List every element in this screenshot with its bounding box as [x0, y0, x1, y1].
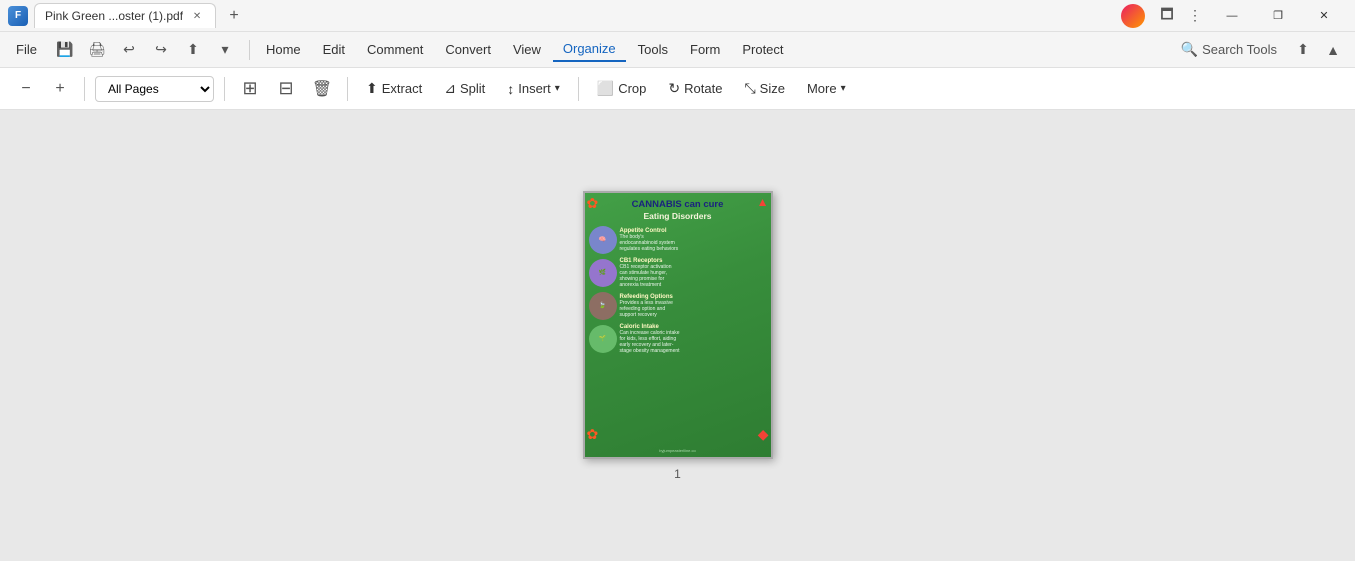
close-button[interactable]: ✕	[1301, 0, 1347, 32]
section-3-desc: Provides a less invasiverefeeding option…	[620, 300, 767, 318]
more-label: More	[807, 81, 837, 96]
separator-4	[578, 77, 579, 101]
pdf-section-2: 🌿 CB1 Receptors CB1 receptor activationc…	[585, 256, 771, 290]
quick-access-toolbar: 💾 🖨 ↩ ↪ ⬆ ▾	[47, 36, 243, 64]
pdf-section-4: 🌱 Caloric Intake Can increase caloric in…	[585, 322, 771, 356]
menu-view[interactable]: View	[503, 38, 551, 61]
insert-dropdown-icon: ▾	[555, 83, 560, 94]
rotate-button[interactable]: ↻ Rotate	[660, 76, 730, 101]
menu-convert[interactable]: Convert	[435, 38, 501, 61]
dropdown-icon[interactable]: ▾	[211, 36, 239, 64]
app-icon: F	[8, 6, 28, 26]
main-content: ✿ ▲ CANNABIS can cure Eating Disorders 🧠…	[0, 110, 1355, 561]
section-1-desc: The body'sendocannabinoid systemregulate…	[620, 234, 767, 252]
menu-bar: File 💾 🖨 ↩ ↪ ⬆ ▾ Home Edit Comment Conve…	[0, 32, 1355, 68]
crop-button[interactable]: ⬜ Crop	[589, 76, 655, 101]
title-bar: F Pink Green ...oster (1).pdf ✕ + 🗖 ⋮ — …	[0, 0, 1355, 32]
pdf-title: CANNABIS can cure Eating Disorders	[585, 193, 771, 224]
section-2-desc: CB1 receptor activationcan stimulate hun…	[620, 264, 767, 288]
decoration-top-left: ✿	[587, 195, 599, 212]
section-2-text: CB1 Receptors CB1 receptor activationcan…	[620, 258, 767, 288]
active-tab[interactable]: Pink Green ...oster (1).pdf ✕	[34, 3, 216, 28]
user-avatar[interactable]	[1121, 4, 1145, 28]
pdf-footer: byjumpeasterlline.co	[585, 446, 771, 455]
separator-zoom	[84, 77, 85, 101]
more-options-icon[interactable]: ⋮	[1181, 2, 1209, 30]
insert-button[interactable]: ↕ Insert ▾	[499, 77, 568, 101]
separator-1	[249, 40, 250, 60]
menu-home[interactable]: Home	[256, 38, 311, 61]
pdf-section-1: 🧠 Appetite Control The body'sendocannabi…	[585, 224, 771, 256]
section-3-text: Refeeding Options Provides a less invasi…	[620, 294, 767, 318]
tab-close-button[interactable]: ✕	[189, 8, 205, 24]
pdf-page-number: 1	[674, 467, 681, 481]
extract-label: Extract	[382, 81, 422, 96]
section-4-text: Caloric Intake Can increase caloric inta…	[620, 324, 767, 354]
redo-icon[interactable]: ↪	[147, 36, 175, 64]
size-button[interactable]: ⤡ Size	[736, 76, 793, 101]
section-4-icon: 🌱	[589, 325, 617, 353]
rotate-label: Rotate	[684, 81, 722, 96]
title-bar-left: F Pink Green ...oster (1).pdf ✕ +	[8, 3, 1121, 28]
search-tools-button[interactable]: 🔍 Search Tools	[1171, 37, 1287, 62]
pdf-page-inner: ✿ ▲ CANNABIS can cure Eating Disorders 🧠…	[585, 193, 771, 457]
restore-button[interactable]: ❐	[1255, 0, 1301, 32]
delete-page-icon[interactable]: 🗑	[307, 74, 337, 104]
rotate-icon: ↻	[668, 80, 680, 97]
section-3-icon: 🍃	[589, 292, 617, 320]
menu-form[interactable]: Form	[680, 38, 730, 61]
insert-label: Insert	[518, 81, 551, 96]
menu-file[interactable]: File	[8, 38, 45, 61]
pdf-page-1[interactable]: ✿ ▲ CANNABIS can cure Eating Disorders 🧠…	[583, 191, 773, 459]
insert-icon: ↕	[507, 81, 514, 97]
more-dropdown-icon: ▾	[841, 83, 846, 94]
minimize-button[interactable]: —	[1209, 0, 1255, 32]
section-2-icon: 🌿	[589, 259, 617, 287]
insert-before-icon[interactable]: ⊞	[235, 74, 265, 104]
section-1-text: Appetite Control The body'sendocannabino…	[620, 228, 767, 252]
crop-label: Crop	[618, 81, 646, 96]
pdf-title-line2: Eating Disorders	[589, 211, 767, 222]
crop-icon: ⬜	[597, 80, 614, 97]
tab-title: Pink Green ...oster (1).pdf	[45, 9, 183, 23]
page-range-select[interactable]: All Pages Current Page Custom Range	[95, 76, 214, 102]
secondary-toolbar: − + All Pages Current Page Custom Range …	[0, 68, 1355, 110]
split-button[interactable]: ⊿ Split	[436, 76, 493, 101]
section-4-desc: Can increase caloric intakefor kids, les…	[620, 330, 767, 354]
separator-2	[224, 77, 225, 101]
share-icon[interactable]: ⬆	[179, 36, 207, 64]
insert-after-icon[interactable]: ⊟	[271, 74, 301, 104]
decoration-bottom-left: ✿	[587, 426, 599, 443]
save-icon[interactable]: 💾	[51, 36, 79, 64]
split-label: Split	[460, 81, 485, 96]
extract-icon: ⬆	[366, 80, 378, 97]
menu-organize[interactable]: Organize	[553, 37, 626, 62]
decoration-top-right: ▲	[757, 195, 769, 209]
collapse-icon[interactable]: ▲	[1319, 36, 1347, 64]
split-icon: ⊿	[444, 80, 456, 97]
zoom-out-button[interactable]: −	[12, 75, 40, 103]
menu-comment[interactable]: Comment	[357, 38, 433, 61]
menu-tools[interactable]: Tools	[628, 38, 678, 61]
pdf-container: ✿ ▲ CANNABIS can cure Eating Disorders 🧠…	[583, 191, 773, 481]
menu-edit[interactable]: Edit	[313, 38, 355, 61]
undo-icon[interactable]: ↩	[115, 36, 143, 64]
pdf-title-line1: CANNABIS can cure	[589, 199, 767, 211]
pdf-section-3: 🍃 Refeeding Options Provides a less inva…	[585, 290, 771, 322]
more-button[interactable]: More ▾	[799, 77, 854, 100]
notifications-icon[interactable]: 🗖	[1153, 2, 1181, 30]
zoom-in-button[interactable]: +	[46, 75, 74, 103]
separator-3	[347, 77, 348, 101]
print-icon[interactable]: 🖨	[83, 36, 111, 64]
size-label: Size	[760, 81, 785, 96]
menu-protect[interactable]: Protect	[732, 38, 793, 61]
decoration-bottom-right: ◆	[758, 426, 769, 443]
search-icon: 🔍	[1181, 41, 1198, 58]
section-1-icon: 🧠	[589, 226, 617, 254]
size-icon: ⤡	[744, 80, 755, 97]
upload-icon[interactable]: ⬆	[1289, 36, 1317, 64]
search-tools-label: Search Tools	[1202, 42, 1277, 57]
new-tab-button[interactable]: +	[222, 4, 246, 28]
extract-button[interactable]: ⬆ Extract	[358, 76, 430, 101]
